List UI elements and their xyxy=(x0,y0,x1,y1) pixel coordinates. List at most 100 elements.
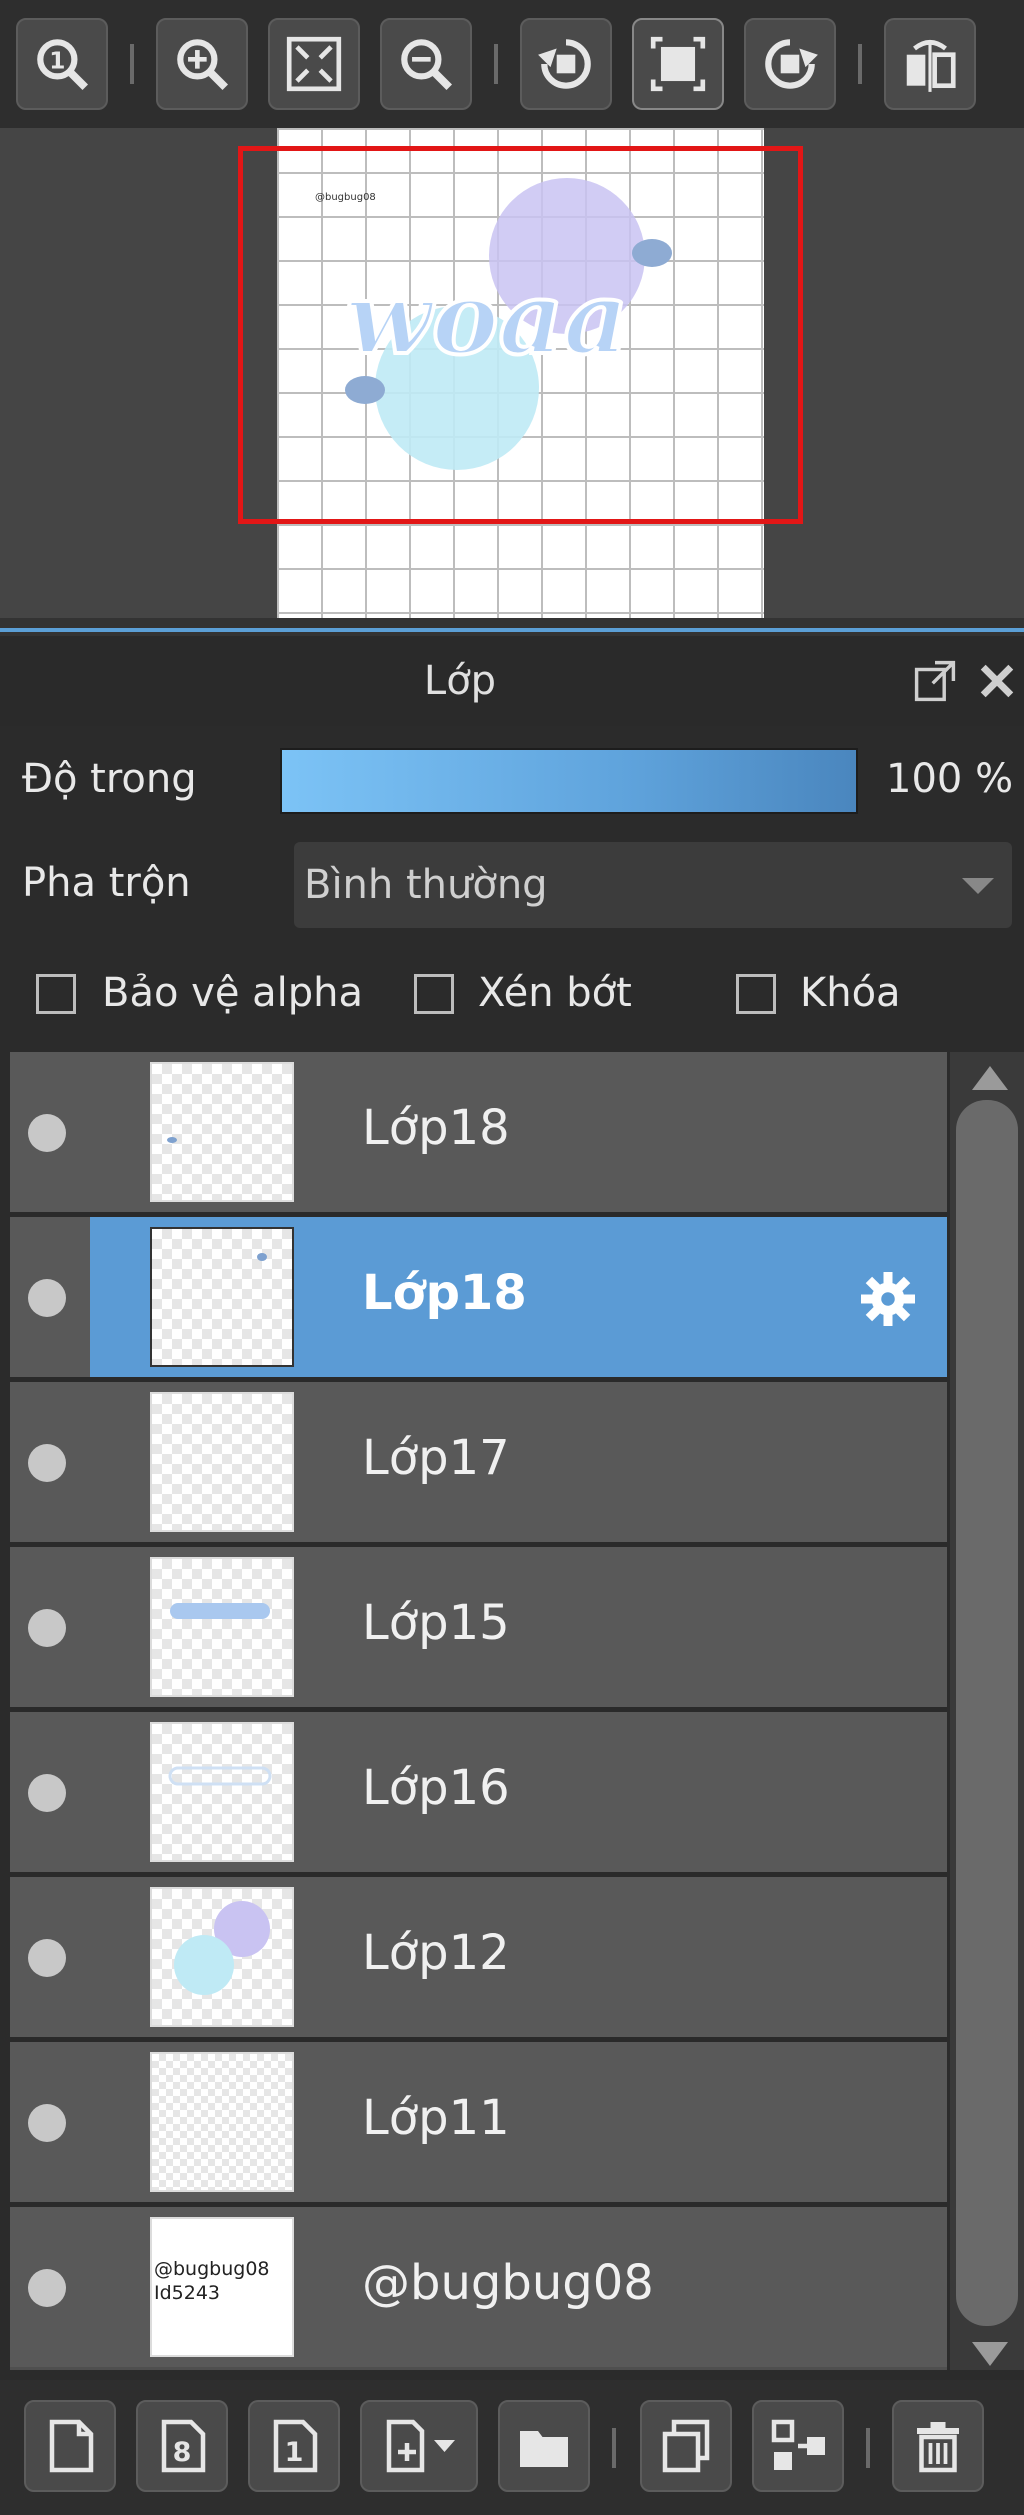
layer-toolbar: 8 1 xyxy=(0,2380,1024,2515)
flip-horizontal-button[interactable] xyxy=(884,18,976,110)
new-8bit-layer-button[interactable]: 8 xyxy=(136,2400,228,2492)
alpha-protect-checkbox[interactable] xyxy=(36,974,76,1014)
layer-row[interactable]: Lớp18 xyxy=(10,1052,947,1217)
close-icon[interactable] xyxy=(974,658,1020,704)
new-folder-icon xyxy=(520,2431,568,2467)
scroll-up-icon[interactable] xyxy=(972,1066,1008,1090)
layer-thumbnail xyxy=(150,2052,294,2192)
layer-thumbnail xyxy=(150,1722,294,1862)
thumbnail-credit-line2: Id5243 xyxy=(154,2282,220,2304)
zoom-in-button[interactable] xyxy=(156,18,248,110)
layer-row[interactable]: Lớp12 xyxy=(10,1877,947,2042)
merge-down-button[interactable] xyxy=(752,2400,844,2492)
layer-name: Lớp18 xyxy=(362,1265,527,1321)
layer-name: Lớp12 xyxy=(362,1925,510,1981)
view-toolbar: 1 xyxy=(0,0,1024,128)
zoom-out-icon xyxy=(401,39,452,90)
layer-thumbnail: @bugbug08 Id5243 xyxy=(150,2217,294,2357)
zoom-actual-button[interactable]: 1 xyxy=(16,18,108,110)
detach-icon[interactable] xyxy=(912,658,958,704)
panel-divider[interactable] xyxy=(0,618,1024,636)
layer-row[interactable]: Lớp17 xyxy=(10,1382,947,1547)
duplicate-layer-icon xyxy=(662,2419,710,2473)
layer-thumbnail xyxy=(150,1392,294,1532)
new-8bit-layer-icon: 8 xyxy=(161,2419,206,2473)
visibility-icon[interactable] xyxy=(28,1114,66,1152)
new-layer-icon xyxy=(49,2419,94,2473)
layer-row-selected[interactable]: Lớp18 xyxy=(10,1217,947,1382)
duplicate-layer-button[interactable] xyxy=(640,2400,732,2492)
layer-name: Lớp18 xyxy=(362,1100,510,1156)
rotate-right-button[interactable] xyxy=(744,18,836,110)
scroll-thumb[interactable] xyxy=(956,1100,1018,2326)
lock-label: Khóa xyxy=(800,970,901,1016)
layer-name: @bugbug08 xyxy=(362,2255,654,2311)
navigator-panel: woaa @bugbug08 xyxy=(0,128,1024,618)
layer-name: Lớp15 xyxy=(362,1595,510,1651)
panel-title: Lớp xyxy=(423,658,497,704)
visibility-icon[interactable] xyxy=(28,1774,66,1812)
opacity-slider[interactable] xyxy=(280,748,858,814)
new-1bit-layer-icon: 1 xyxy=(273,2419,318,2473)
visibility-icon[interactable] xyxy=(28,1609,66,1647)
layer-scrollbar[interactable] xyxy=(950,1052,1024,2370)
toolbar-separator xyxy=(494,44,498,84)
layer-thumbnail xyxy=(150,1062,294,1202)
svg-text:8: 8 xyxy=(173,2437,192,2468)
layer-name: Lớp11 xyxy=(362,2090,510,2146)
layer-row[interactable]: @bugbug08 Id5243 @bugbug08 xyxy=(10,2207,947,2367)
visibility-icon[interactable] xyxy=(28,2269,66,2307)
toolbar-separator xyxy=(130,44,134,84)
layer-row[interactable]: Lớp16 xyxy=(10,1712,947,1877)
visibility-icon[interactable] xyxy=(28,1444,66,1482)
blend-mode-value: Bình thường xyxy=(304,862,548,908)
layer-list: Lớp18 Lớp18 Lớp17 Lớp15 Lớp16 Lớp12 Lớp1… xyxy=(10,1052,947,2370)
visibility-icon[interactable] xyxy=(28,2104,66,2142)
svg-text:1: 1 xyxy=(49,48,65,75)
new-folder-button[interactable] xyxy=(498,2400,590,2492)
visibility-icon[interactable] xyxy=(28,1279,66,1317)
blend-label: Pha trộn xyxy=(22,860,191,906)
rotate-right-icon xyxy=(765,39,818,89)
gear-icon[interactable] xyxy=(858,1269,918,1329)
alpha-protect-label: Bảo vệ alpha xyxy=(102,970,364,1016)
layer-row[interactable]: Lớp15 xyxy=(10,1547,947,1712)
layer-panel-header: Lớp xyxy=(0,636,1024,726)
layer-properties: Độ trong 100 % Pha trộn Bình thường Bảo … xyxy=(0,726,1024,1056)
layer-thumbnail xyxy=(150,1557,294,1697)
rotate-left-icon xyxy=(538,39,591,89)
add-layer-menu-button[interactable] xyxy=(360,2400,478,2492)
thumbnail-credit-line1: @bugbug08 xyxy=(154,2258,270,2280)
layer-row[interactable]: Lớp11 xyxy=(10,2042,947,2207)
viewport-indicator[interactable] xyxy=(238,146,803,524)
new-1bit-layer-button[interactable]: 1 xyxy=(248,2400,340,2492)
zoom-out-button[interactable] xyxy=(380,18,472,110)
delete-layer-icon xyxy=(917,2422,959,2473)
opacity-value: 100 % xyxy=(886,756,1014,802)
visibility-icon[interactable] xyxy=(28,1939,66,1977)
flip-horizontal-icon xyxy=(906,39,956,92)
blend-mode-select[interactable]: Bình thường xyxy=(294,842,1012,928)
reset-rotation-icon xyxy=(650,36,706,92)
delete-layer-button[interactable] xyxy=(892,2400,984,2492)
add-layer-menu-icon xyxy=(386,2419,455,2473)
toolbar-separator xyxy=(858,44,862,84)
scroll-down-icon[interactable] xyxy=(972,2342,1008,2366)
layer-name: Lớp17 xyxy=(362,1430,510,1486)
new-layer-button[interactable] xyxy=(24,2400,116,2492)
toolbar-separator xyxy=(866,2428,870,2468)
reset-rotation-button[interactable] xyxy=(632,18,724,110)
fit-screen-icon xyxy=(286,36,342,92)
layer-name: Lớp16 xyxy=(362,1760,510,1816)
toolbar-separator xyxy=(612,2428,616,2468)
fit-screen-button[interactable] xyxy=(268,18,360,110)
lock-checkbox[interactable] xyxy=(736,974,776,1014)
rotate-left-button[interactable] xyxy=(520,18,612,110)
merge-down-icon xyxy=(771,2419,825,2470)
chevron-down-icon xyxy=(962,878,994,894)
opacity-label: Độ trong xyxy=(22,756,197,802)
layer-thumbnail xyxy=(150,1227,294,1367)
clipping-checkbox[interactable] xyxy=(414,974,454,1014)
zoom-actual-icon: 1 xyxy=(37,39,88,90)
zoom-in-icon xyxy=(177,39,228,90)
